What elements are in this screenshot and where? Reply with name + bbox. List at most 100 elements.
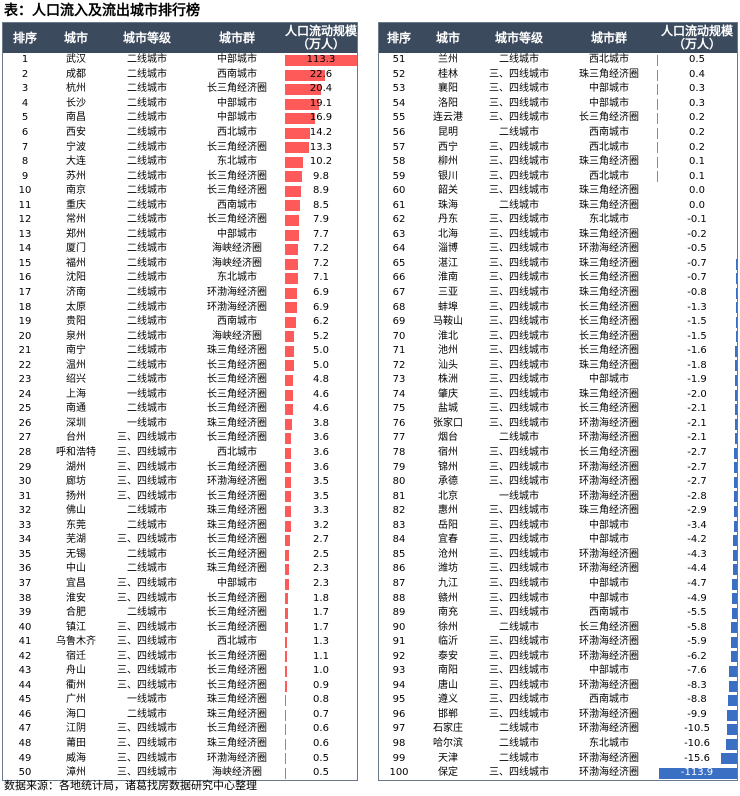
flow-header: 人口流动规模 （万人） bbox=[657, 23, 737, 53]
flow-value-cell: 4.6 bbox=[285, 402, 357, 417]
rank-cell: 46 bbox=[18, 708, 32, 720]
table-row: 45 广州 一线城市 珠三角经济圈 0.8 bbox=[3, 693, 357, 708]
flow-value-text: -6.2 bbox=[687, 650, 707, 662]
city-tier-cell: 二线城市 bbox=[127, 345, 167, 357]
table-row: 41 乌鲁木齐 三、四线城市 西北城市 1.3 bbox=[3, 635, 357, 650]
city-cluster-cell: 西北城市 bbox=[217, 127, 257, 138]
flow-value-cell: -4.2 bbox=[657, 533, 737, 548]
flow-value-text: -9.9 bbox=[687, 708, 707, 720]
flow-value-text: 4.6 bbox=[313, 388, 329, 400]
city-tier-cell: 二线城市 bbox=[127, 374, 167, 386]
city-tier-cell: 三、四线城市 bbox=[489, 650, 549, 662]
rank-cell: 65 bbox=[392, 257, 406, 269]
city-cell: 淮南 bbox=[438, 272, 458, 284]
city-cell: 遵义 bbox=[438, 694, 458, 706]
city-cluster-cell: 长三角经济圈 bbox=[579, 112, 639, 124]
flow-value-text: -10.5 bbox=[684, 723, 710, 735]
city-cluster-cell: 环渤海经济圈 bbox=[579, 476, 639, 488]
city-cluster-cell: 珠三角经济圈 bbox=[579, 185, 639, 197]
table-row: 40 镇江 三、四线城市 长三角经济圈 1.7 bbox=[3, 620, 357, 635]
city-tier-cell: 三、四线城市 bbox=[489, 577, 549, 589]
city-cell: 南充 bbox=[438, 607, 458, 619]
city-cluster-cell: 珠三角经济圈 bbox=[579, 68, 639, 80]
rank-cell: 60 bbox=[392, 185, 406, 197]
city-tier-cell: 二线城市 bbox=[127, 243, 167, 255]
city-tier-cell: 三、四线城市 bbox=[117, 723, 177, 735]
city-cluster-cell: 西南城市 bbox=[217, 199, 257, 211]
city-cell: 上海 bbox=[66, 388, 86, 400]
city-cell: 惠州 bbox=[438, 505, 458, 517]
rank-cell: 28 bbox=[18, 447, 32, 459]
city-cell: 潍坊 bbox=[438, 563, 458, 575]
flow-value-text: -5.8 bbox=[687, 621, 707, 633]
table-row: 6 西安 二线城市 西北城市 14.2 bbox=[3, 126, 357, 141]
city-cluster-cell: 珠三角经济圈 bbox=[579, 257, 639, 269]
city-cluster-cell: 珠三角经济圈 bbox=[207, 737, 267, 749]
city-cell: 深圳 bbox=[66, 417, 86, 429]
flow-value-cell: -4.9 bbox=[657, 591, 737, 606]
flow-value-cell: 20.4 bbox=[285, 82, 357, 97]
flow-value-text: 14.2 bbox=[309, 127, 333, 138]
rank-cell: 73 bbox=[392, 374, 406, 386]
city-cluster-cell: 长三角经济圈 bbox=[207, 621, 267, 633]
city-tier-cell: 三、四线城市 bbox=[489, 214, 549, 226]
flow-value-text: -2.0 bbox=[687, 388, 707, 400]
city-tier-cell: 三、四线城市 bbox=[489, 359, 549, 371]
flow-value-cell: 0.5 bbox=[657, 53, 737, 68]
rank-cell: 58 bbox=[392, 156, 406, 168]
ranking-table-1-50: 排序 城市 城市等级 城市群 人口流动规模 （万人） 1 武汉 二线城市 中部城市 113.3 2 成… bbox=[3, 23, 357, 780]
city-cluster-cell: 长三角经济圈 bbox=[579, 301, 639, 313]
flow-value-cell: 0.2 bbox=[657, 140, 737, 155]
city-tier-cell: 三、四线城市 bbox=[489, 636, 549, 648]
rank-cell: 25 bbox=[18, 403, 32, 415]
city-cluster-cell: 东北城市 bbox=[589, 737, 629, 749]
city-cell: 宜昌 bbox=[66, 577, 86, 589]
city-tier-cell: 三、四线城市 bbox=[489, 679, 549, 691]
flow-value-text: 5.0 bbox=[313, 359, 329, 371]
city-cluster-cell: 长三角经济圈 bbox=[579, 621, 639, 633]
city-cluster-cell: 中部城市 bbox=[217, 54, 257, 66]
flow-value-text: 0.2 bbox=[689, 112, 705, 124]
table-row: 100 保定 三、四线城市 环渤海经济圈 -113.9 bbox=[379, 766, 737, 781]
table-row: 52 桂林 三、四线城市 珠三角经济圈 0.4 bbox=[379, 68, 737, 83]
city-tier-cell: 三、四线城市 bbox=[117, 461, 177, 473]
city-cell: 洛阳 bbox=[438, 97, 458, 109]
city-tier-cell: 三、四线城市 bbox=[489, 665, 549, 677]
rank-cell: 98 bbox=[392, 737, 406, 749]
city-cell: 银川 bbox=[438, 170, 458, 182]
flow-value-text: 0.3 bbox=[689, 83, 705, 95]
rank-header: 排序 bbox=[379, 23, 419, 53]
rank-cell: 45 bbox=[18, 694, 32, 706]
rank-cell: 4 bbox=[21, 97, 29, 109]
table-row: 32 佛山 二线城市 珠三角经济圈 3.3 bbox=[3, 504, 357, 519]
city-cell: 济南 bbox=[66, 287, 86, 299]
city-cell: 韶关 bbox=[438, 185, 458, 197]
flow-value-text: -2.9 bbox=[687, 505, 707, 517]
table-row: 89 南充 三、四线城市 西南城市 -5.5 bbox=[379, 606, 737, 621]
city-tier-cell: 三、四线城市 bbox=[489, 301, 549, 313]
city-cell: 扬州 bbox=[66, 490, 86, 502]
city-cell: 兰州 bbox=[438, 54, 458, 66]
table-row: 79 锦州 三、四线城市 环渤海经济圈 -2.7 bbox=[379, 460, 737, 475]
city-tier-cell: 二线城市 bbox=[499, 199, 539, 211]
flow-value-text: -4.9 bbox=[687, 592, 707, 604]
city-tier-cell: 二线城市 bbox=[127, 170, 167, 182]
flow-value-cell: -2.8 bbox=[657, 489, 737, 504]
flow-value-text: -0.8 bbox=[687, 287, 707, 299]
rank-cell: 76 bbox=[392, 417, 406, 429]
rank-cell: 27 bbox=[18, 432, 32, 444]
table-row: 85 沧州 三、四线城市 环渤海经济圈 -4.3 bbox=[379, 548, 737, 563]
table-row: 20 泉州 二线城市 海峡经济圈 5.2 bbox=[3, 329, 357, 344]
rank-cell: 63 bbox=[392, 228, 406, 240]
table-row: 51 兰州 二线城市 西北城市 0.5 bbox=[379, 53, 737, 68]
rank-cell: 14 bbox=[18, 243, 32, 255]
table-row: 8 大连 二线城市 东北城市 10.2 bbox=[3, 155, 357, 170]
rank-cell: 10 bbox=[18, 185, 32, 197]
city-cell: 哈尔滨 bbox=[433, 737, 463, 749]
city-tier-cell: 二线城市 bbox=[127, 272, 167, 284]
city-tier-cell: 三、四线城市 bbox=[489, 272, 549, 284]
flow-value-cell: 0.9 bbox=[285, 679, 357, 694]
flow-value-text: 13.3 bbox=[309, 141, 333, 153]
flow-value-text: 0.6 bbox=[313, 723, 329, 735]
city-cluster-cell: 珠三角经济圈 bbox=[579, 505, 639, 517]
